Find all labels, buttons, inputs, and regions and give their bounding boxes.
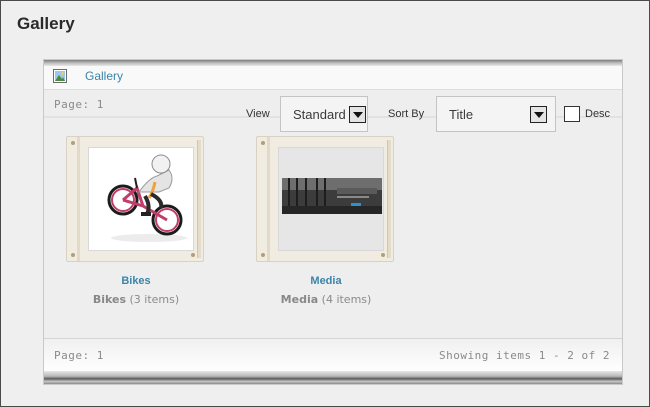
page-indicator-top: Page: 1 (54, 98, 104, 111)
gallery-link[interactable]: Gallery (85, 69, 123, 83)
album-card-media: Media Media (4 items) (256, 136, 396, 311)
image-icon (53, 69, 67, 83)
item-count-summary: Showing items 1 - 2 of 2 (439, 349, 610, 362)
sort-by-select[interactable]: Title (436, 96, 556, 132)
album-count-text: (3 items) (129, 293, 180, 306)
gallery-panel: Gallery Page: 1 View Standard Sort By Ti… (43, 59, 623, 385)
sort-by-select-value: Title (449, 107, 474, 122)
album-item-count: Bikes (3 items) (66, 293, 206, 306)
panel-bottom-rule (44, 371, 622, 384)
frame-corner (71, 141, 75, 145)
view-label: View (246, 108, 270, 120)
page-indicator-bottom: Page: 1 (54, 349, 104, 362)
album-title-link[interactable]: Bikes (66, 275, 206, 287)
desc-checkbox[interactable] (564, 106, 580, 122)
panel-header: Gallery (44, 66, 622, 90)
view-select-value: Standard (293, 107, 346, 122)
album-frame[interactable] (256, 136, 394, 262)
frame-corner (261, 253, 265, 257)
album-card-bikes: Bikes Bikes (3 items) (66, 136, 206, 311)
frame-corner (191, 253, 195, 257)
frame-corner (261, 141, 265, 145)
album-item-count: Media (4 items) (256, 293, 396, 306)
view-select[interactable]: Standard (280, 96, 368, 132)
page-title: Gallery (17, 14, 75, 33)
album-title-link[interactable]: Media (256, 275, 396, 287)
forest-banner-photo (279, 148, 383, 250)
frame-corner (71, 253, 75, 257)
chevron-down-icon[interactable] (530, 106, 547, 123)
album-count-name: Media (280, 293, 319, 306)
bmx-rider-photo (89, 148, 193, 250)
desc-label: Desc (585, 108, 611, 120)
album-frame[interactable] (66, 136, 204, 262)
album-thumbnail-media[interactable] (278, 147, 384, 251)
album-count-text: (4 items) (321, 293, 372, 306)
frame-corner (381, 253, 385, 257)
panel-footer: Page: 1 Showing items 1 - 2 of 2 (44, 339, 622, 373)
sort-by-label: Sort By (388, 108, 425, 120)
chevron-down-icon[interactable] (349, 106, 366, 123)
album-thumbnail-bikes[interactable] (88, 147, 194, 251)
album-count-name: Bikes (92, 293, 126, 306)
